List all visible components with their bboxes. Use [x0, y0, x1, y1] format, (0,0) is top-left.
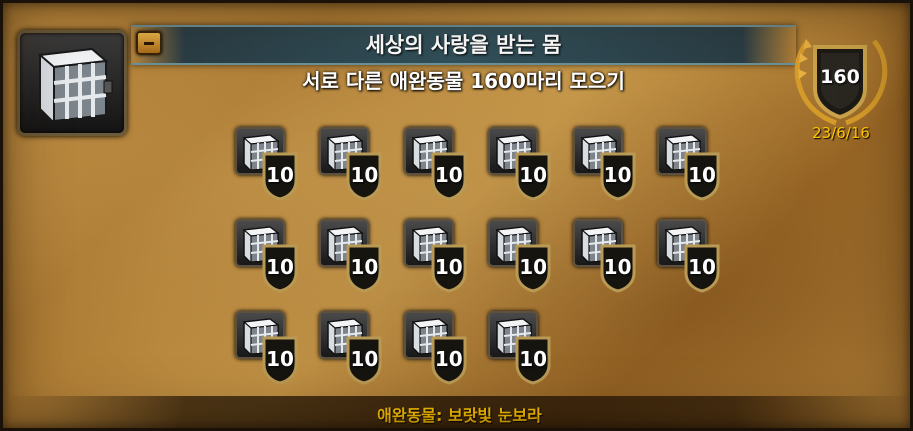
completion-date: 23/6/16 [812, 124, 870, 142]
criteria-item[interactable]: 10 [488, 127, 552, 203]
criteria-item[interactable]: 10 [403, 311, 468, 387]
criteria-points: 10 [350, 255, 379, 279]
criteria-points: 10 [434, 347, 463, 371]
criteria-item[interactable]: 10 [319, 311, 383, 387]
criteria-points: 10 [266, 255, 294, 279]
criteria-item[interactable]: 10 [657, 219, 721, 295]
criteria-points: 10 [434, 163, 463, 187]
achievement-description: 서로 다른 애완동물 1600마리 모으기 [302, 69, 625, 93]
criteria-item[interactable]: 10 [319, 219, 383, 295]
criteria-item[interactable]: 10 [235, 311, 299, 387]
criteria-points: 10 [350, 163, 379, 187]
criteria-item[interactable]: 10 [488, 311, 552, 387]
criteria-item[interactable]: 10 [488, 219, 552, 295]
criteria-item[interactable]: 10 [572, 127, 637, 203]
criteria-points: 10 [266, 347, 294, 371]
achievement-panel[interactable]: 세상의 사랑을 받는 몸 서로 다른 애완동물 1600마리 모으기 160 2… [0, 0, 913, 431]
cage-icon [37, 47, 113, 123]
criteria-points: 10 [266, 163, 294, 187]
collapse-button[interactable] [136, 31, 162, 55]
criteria-item[interactable]: 10 [572, 219, 637, 295]
achievement-points: 160 [820, 66, 860, 88]
criteria-points: 10 [350, 347, 379, 371]
criteria-points: 10 [434, 255, 463, 279]
criteria-item[interactable]: 10 [657, 127, 721, 203]
criteria-item[interactable]: 10 [235, 219, 299, 295]
criteria-points: 10 [519, 347, 548, 371]
criteria-points: 10 [519, 255, 548, 279]
criteria-item[interactable]: 10 [319, 127, 383, 203]
criteria-points: 10 [519, 163, 548, 187]
criteria-points: 10 [688, 163, 716, 187]
criteria-item[interactable]: 10 [403, 127, 468, 203]
criteria-item[interactable]: 10 [403, 219, 468, 295]
achievement-icon [17, 30, 127, 136]
title-bar: 세상의 사랑을 받는 몸 [131, 25, 796, 65]
reward-text: 애완동물: 보랏빛 눈보라 [377, 406, 542, 425]
minus-icon [144, 42, 154, 45]
criteria-points: 10 [688, 255, 716, 279]
achievement-title: 세상의 사랑을 받는 몸 [365, 33, 562, 57]
criteria-points: 10 [603, 163, 632, 187]
criteria-points: 10 [603, 255, 632, 279]
criteria-item[interactable]: 10 [235, 127, 299, 203]
